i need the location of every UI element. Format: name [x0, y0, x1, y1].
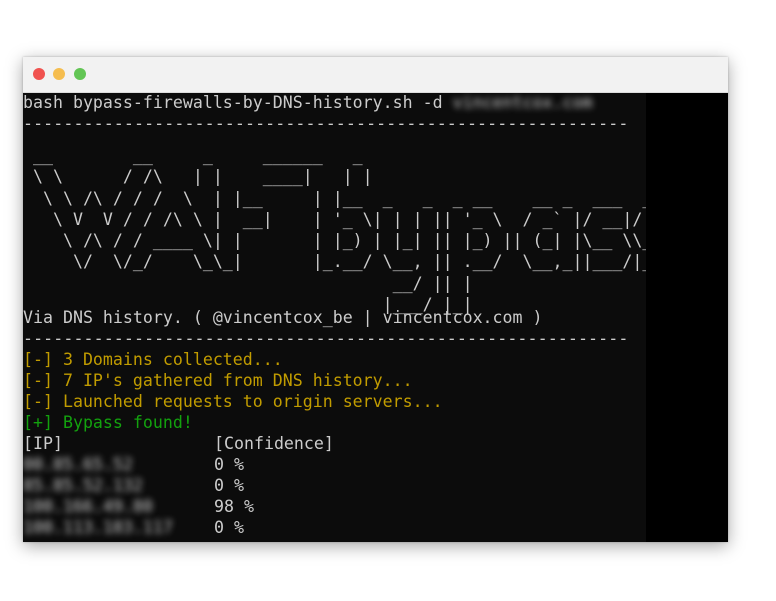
confidence-value: 98 % — [214, 497, 254, 516]
command-line: bash bypass-firewalls-by-DNS-history.sh … — [23, 93, 592, 113]
ip-value: 00.85.65.52 — [23, 455, 133, 474]
minimize-window-button[interactable] — [53, 68, 65, 80]
table-header: [IP] [Confidence] — [23, 433, 334, 454]
close-window-button[interactable] — [33, 68, 45, 80]
credit-line: Via DNS history. ( @vincentcox_be | vinc… — [23, 308, 543, 327]
table-row: 100.166.49.80 98 % — [23, 496, 254, 517]
blurred-domain: vincentcox.com — [452, 93, 593, 112]
status-domains-collected: [-] 3 Domains collected... — [23, 350, 283, 369]
separator-top: ----------------------------------------… — [23, 114, 629, 133]
terminal-side-panel — [646, 93, 728, 542]
status-requests-launched: [-] Launched requests to origin servers.… — [23, 392, 443, 411]
separator-bottom: ----------------------------------------… — [23, 329, 629, 348]
confidence-value: 0 % — [214, 518, 244, 537]
ip-value: 100.113.183.117 — [23, 518, 173, 537]
ip-column-header: [IP] — [23, 434, 63, 453]
table-row: 00.85.65.52 0 % — [23, 454, 244, 475]
window-titlebar — [23, 57, 728, 93]
terminal-window: bash bypass-firewalls-by-DNS-history.sh … — [23, 57, 728, 542]
maximize-window-button[interactable] — [74, 68, 86, 80]
status-ips-gathered: [-] 7 IP's gathered from DNS history... — [23, 371, 413, 390]
table-row: 100.113.183.117 0 % — [23, 517, 244, 538]
terminal-output[interactable]: bash bypass-firewalls-by-DNS-history.sh … — [23, 93, 646, 542]
confidence-value: 0 % — [214, 455, 244, 474]
ip-value: 100.166.49.80 — [23, 497, 153, 516]
table-row: 85.85.52.132 0 % — [23, 475, 244, 496]
confidence-column-header: [Confidence] — [214, 434, 334, 453]
waf-bypass-ascii-banner: __ __ _ ______ _ \ \ / /\ | | ____| | | … — [32, 146, 646, 315]
status-bypass-found: [+] Bypass found! — [23, 413, 193, 432]
ip-value: 85.85.52.132 — [23, 476, 143, 495]
command-text: bash bypass-firewalls-by-DNS-history.sh … — [23, 93, 443, 112]
confidence-value: 0 % — [214, 476, 244, 495]
